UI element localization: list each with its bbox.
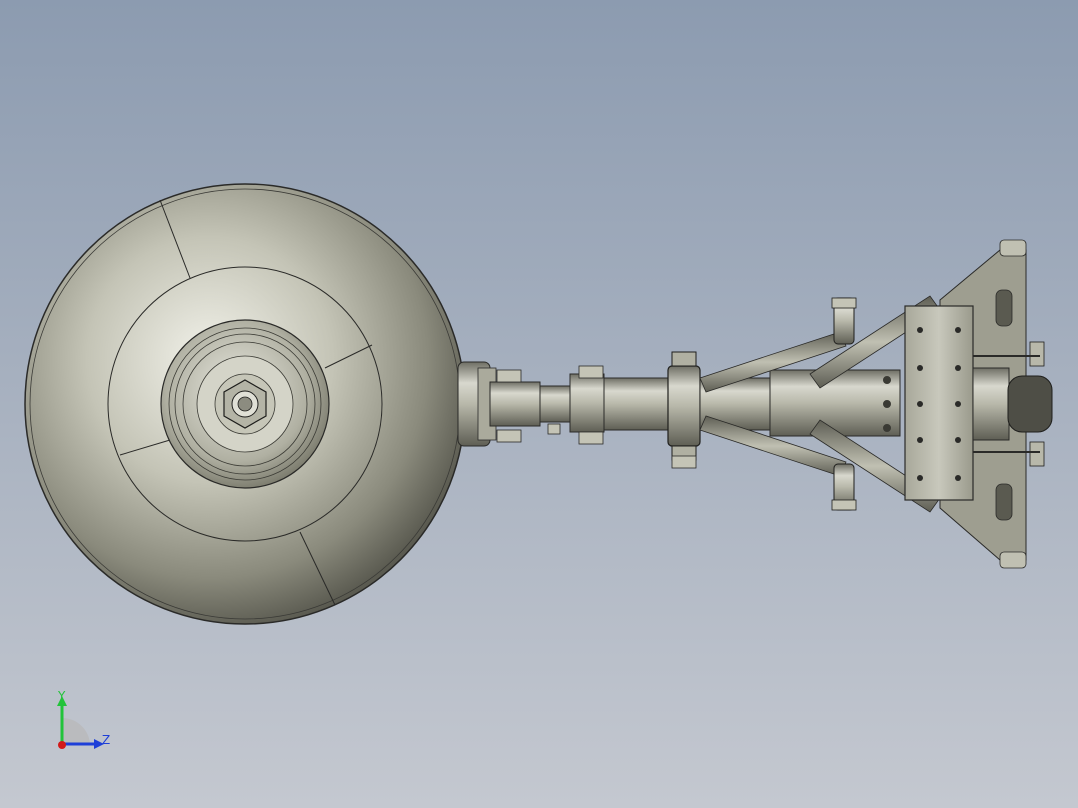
triad-x-axis [58,741,66,749]
view-orientation-triad[interactable]: Y Z [0,0,1078,808]
graphics-viewport[interactable]: Y Z [0,0,1078,808]
triad-z-label: Z [102,733,110,747]
triad-y-label: Y [57,689,66,703]
triad-plane-shading [62,717,90,744]
